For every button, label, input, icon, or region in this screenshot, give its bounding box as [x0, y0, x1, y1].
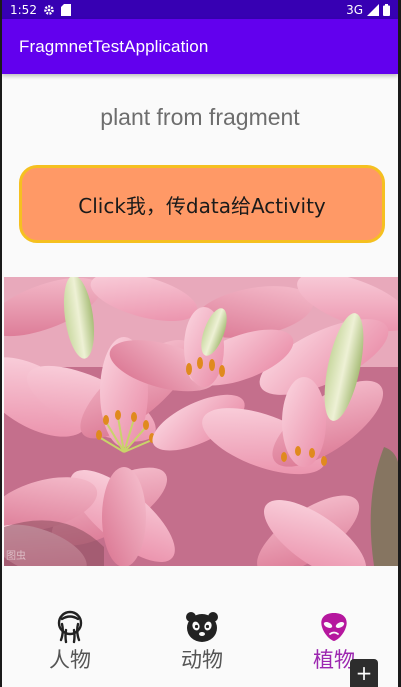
lily-photo: 图虫: [4, 277, 398, 566]
nav-item-animals[interactable]: 动物: [152, 610, 252, 674]
status-time: 1:52: [10, 2, 37, 17]
app-title: FragmnetTestApplication: [19, 36, 209, 56]
fragment-text: plant from fragment: [100, 104, 300, 130]
nav-label-plants: 植物: [313, 648, 355, 672]
photo-watermark: 图虫: [6, 551, 26, 562]
bottom-navigation: 人物 动物 植物 +: [2, 566, 398, 687]
network-type: 3G: [346, 2, 363, 17]
nav-label-animals: 动物: [181, 648, 223, 672]
panda-icon: [185, 610, 219, 644]
alien-plant-icon: [317, 610, 351, 644]
status-bar: 1:52 3G: [2, 0, 398, 19]
person-icon: [53, 610, 87, 644]
add-icon[interactable]: +: [350, 659, 378, 687]
status-right: 3G: [346, 3, 390, 17]
nav-item-people[interactable]: 人物: [20, 610, 120, 674]
gear-icon: [43, 4, 55, 16]
status-left: 1:52: [10, 3, 71, 17]
sd-card-icon: [60, 3, 71, 16]
nav-label-people: 人物: [49, 648, 91, 672]
app-screen: 1:52 3G FragmnetTestApplication plant fr…: [0, 0, 401, 687]
battery-icon: [383, 3, 390, 16]
signal-icon: [367, 3, 379, 16]
send-data-button[interactable]: Click我，传data给Activity: [19, 165, 385, 243]
app-bar: FragmnetTestApplication: [2, 19, 398, 74]
